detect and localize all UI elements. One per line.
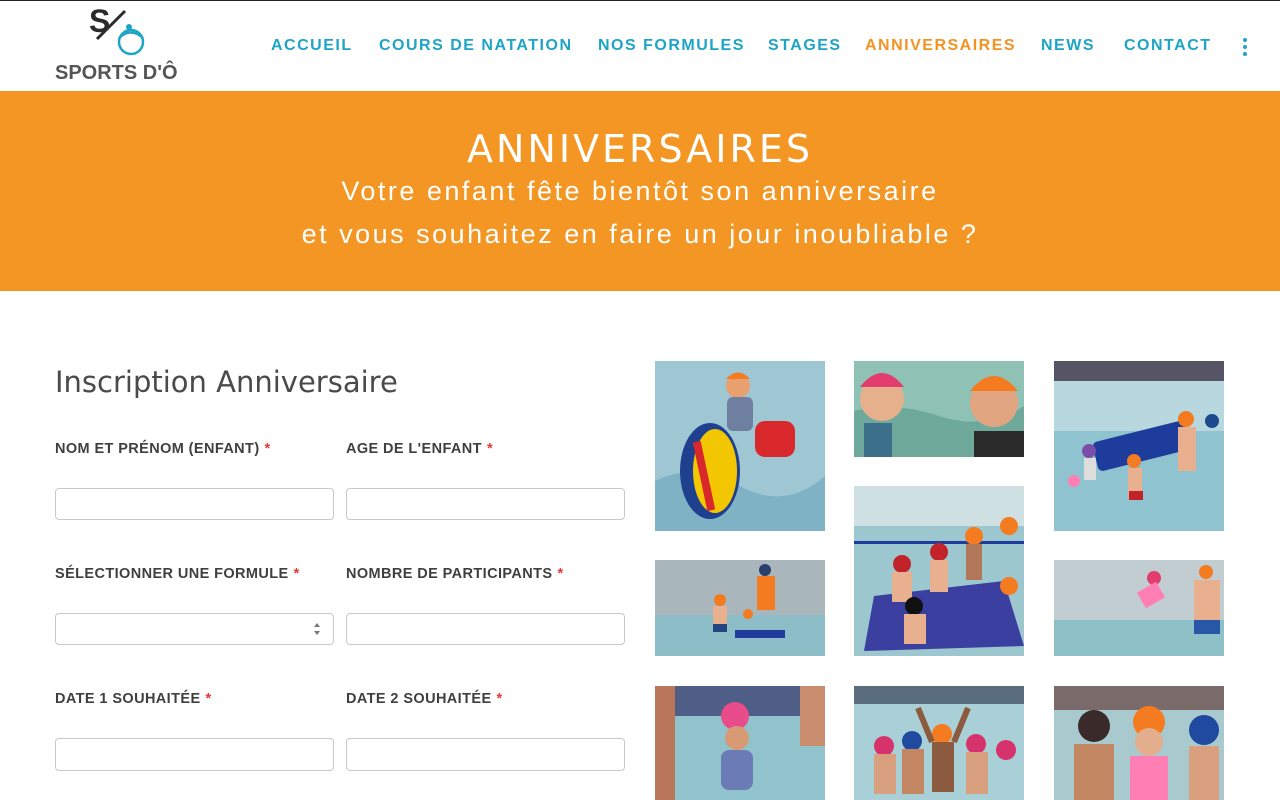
hero-subtitle-line1: Votre enfant fête bientôt son anniversai… [341, 176, 939, 206]
nav-item-stages[interactable]: STAGES [768, 35, 842, 57]
required-marker: * [205, 691, 212, 707]
main-nav: ACCUEIL COURS DE NATATION NOS FORMULES S… [0, 1, 1280, 91]
gallery-photo-5[interactable] [655, 560, 825, 656]
field-label-formule: SÉLECTIONNER UNE FORMULE * [55, 566, 300, 582]
gallery-photo-9[interactable] [1054, 686, 1224, 800]
field-label-nom-prenom: NOM ET PRÉNOM (ENFANT) * [55, 441, 271, 457]
nom-prenom-input[interactable] [55, 488, 334, 520]
nav-item-news[interactable]: NEWS [1041, 35, 1095, 57]
gallery-photo-6[interactable] [1054, 560, 1224, 656]
form-title: Inscription Anniversaire [55, 365, 398, 399]
required-marker: * [293, 566, 300, 582]
photo-swimmers-closeup-icon [854, 361, 1024, 457]
photo-girl-pink-cap-icon [655, 686, 825, 800]
date2-input[interactable] [346, 738, 625, 771]
photo-child-on-float-icon [655, 361, 825, 531]
age-input[interactable] [346, 488, 625, 520]
photo-kids-group-icon [1054, 686, 1224, 800]
nav-item-accueil[interactable]: ACCUEIL [271, 35, 353, 57]
required-marker: * [496, 691, 503, 707]
photo-kids-waving-icon [854, 686, 1024, 800]
field-label-age: AGE DE L'ENFANT * [346, 441, 493, 457]
required-marker: * [264, 441, 271, 457]
gallery-photo-4[interactable] [854, 486, 1024, 656]
gallery-photo-1[interactable] [655, 361, 825, 531]
photo-pool-edge-icon [655, 560, 825, 656]
field-label-date1: DATE 1 SOUHAITÉE * [55, 691, 212, 707]
nav-item-nos-formules[interactable]: NOS FORMULES [598, 35, 745, 57]
nav-item-contact[interactable]: CONTACT [1124, 35, 1212, 57]
gallery-photo-3[interactable] [1054, 361, 1224, 531]
hero-banner: ANNIVERSAIRES Votre enfant fête bientôt … [0, 91, 1280, 291]
required-marker: * [557, 566, 564, 582]
photo-jump-icon [1054, 560, 1224, 656]
date1-input[interactable] [55, 738, 334, 771]
field-label-date2: DATE 2 SOUHAITÉE * [346, 691, 503, 707]
field-label-participants: NOMBRE DE PARTICIPANTS * [346, 566, 564, 582]
nav-item-anniversaires[interactable]: ANNIVERSAIRES [865, 35, 1016, 57]
gallery-photo-2[interactable] [854, 361, 1024, 457]
vertical-dots-icon[interactable] [1237, 36, 1253, 58]
required-marker: * [486, 441, 493, 457]
formule-select[interactable] [55, 613, 334, 645]
hero-subtitle-line2: et vous souhaitez en faire un jour inoub… [301, 219, 979, 249]
page-title: ANNIVERSAIRES [466, 127, 814, 171]
participants-input[interactable] [346, 613, 625, 645]
nav-item-cours-de-natation[interactable]: COURS DE NATATION [379, 35, 573, 57]
gallery-photo-8[interactable] [854, 686, 1024, 800]
gallery-photo-7[interactable] [655, 686, 825, 800]
photo-group-pool-icon [1054, 361, 1224, 531]
photo-kids-on-mat-icon [854, 486, 1024, 656]
site-header: S SPORTS D'Ô ACCUEIL COURS DE NATATION N… [0, 1, 1280, 92]
select-arrows-icon [313, 623, 321, 635]
